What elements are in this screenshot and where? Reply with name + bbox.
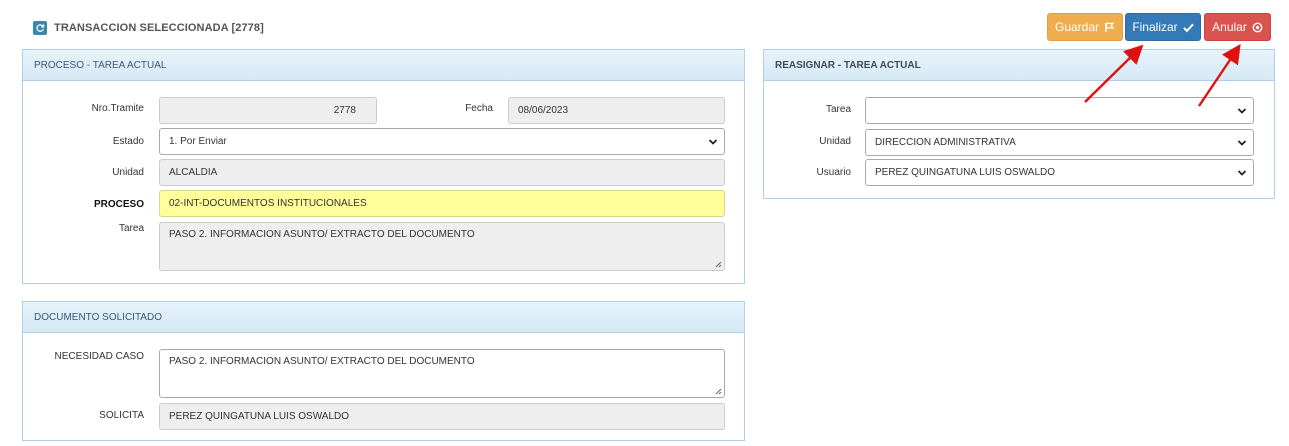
nro-tramite-field: 2778 [159,97,377,124]
chevron-down-icon [1237,140,1247,146]
resize-grip-icon[interactable] [714,387,722,395]
finish-button-label: Finalizar [1132,20,1178,34]
reasignar-tarea-label: Tarea [825,104,851,115]
reasignar-usuario-label: Usuario [816,167,851,178]
proceso-value: 02-INT-DOCUMENTOS INSTITUCIONALES [169,198,367,209]
check-icon [1182,23,1194,32]
page-header: TRANSACCION SELECCIONADA [2778] [33,20,264,36]
reasignar-unidad-value: DIRECCION ADMINISTRATIVA [875,137,1016,148]
chevron-down-icon [1237,108,1247,114]
necesidad-caso-textarea[interactable]: PASO 2. INFORMACION ASUNTO/ EXTRACTO DEL… [159,349,725,398]
proceso-label: PROCESO [93,199,144,210]
save-button-label: Guardar [1054,20,1100,34]
unidad-value: ALCALDIA [169,167,218,178]
reasignar-panel: REASIGNAR - TAREA ACTUAL Tarea Unidad DI… [763,49,1275,199]
resize-grip-icon[interactable] [714,260,722,268]
unidad-field: ALCALDIA [159,159,725,186]
page-title: TRANSACCION SELECCIONADA [2778] [54,22,264,34]
refresh-icon [33,21,47,35]
flag-icon [1105,22,1115,32]
unidad-label: Unidad [112,167,144,178]
documento-panel-title: DOCUMENTO SOLICITADO [23,302,744,333]
reasignar-unidad-select[interactable]: DIRECCION ADMINISTRATIVA [865,129,1254,156]
cancel-button[interactable]: Anular [1204,13,1271,41]
cancel-button-label: Anular [1212,20,1247,34]
estado-value: 1. Por Enviar [169,136,227,147]
necesidad-caso-label: NECESIDAD CASO [54,351,144,362]
documento-panel: DOCUMENTO SOLICITADO NECESIDAD CASO PASO… [22,301,745,441]
reasignar-unidad-label: Unidad [819,136,851,147]
tarea-textarea[interactable]: PASO 2. INFORMACION ASUNTO/ EXTRACTO DEL… [159,222,725,271]
chevron-down-icon [708,139,718,145]
save-button[interactable]: Guardar [1047,13,1123,41]
fecha-field: 08/06/2023 [508,97,725,124]
tarea-value: PASO 2. INFORMACION ASUNTO/ EXTRACTO DEL… [169,229,475,240]
finish-button[interactable]: Finalizar [1125,13,1201,41]
reasignar-usuario-value: PEREZ QUINGATUNA LUIS OSWALDO [875,167,1056,178]
proceso-panel-title: PROCESO - TAREA ACTUAL [23,50,744,81]
reasignar-tarea-select[interactable] [865,97,1254,124]
estado-label: Estado [112,136,144,147]
estado-select[interactable]: 1. Por Enviar [159,128,725,155]
solicita-value: PEREZ QUINGATUNA LUIS OSWALDO [169,411,350,422]
proceso-field: 02-INT-DOCUMENTOS INSTITUCIONALES [159,190,725,217]
fecha-label: Fecha [465,103,493,114]
solicita-label: SOLICITA [99,410,144,421]
nro-tramite-value: 2778 [333,105,356,116]
chevron-down-icon [1237,170,1247,176]
solicita-field: PEREZ QUINGATUNA LUIS OSWALDO [159,403,725,430]
reasignar-usuario-select[interactable]: PEREZ QUINGATUNA LUIS OSWALDO [865,159,1254,186]
fecha-value: 08/06/2023 [518,105,569,116]
reasignar-panel-title: REASIGNAR - TAREA ACTUAL [764,50,1274,81]
tarea-label: Tarea [118,223,144,234]
proceso-panel: PROCESO - TAREA ACTUAL Nro.Tramite 2778 … [22,49,745,284]
necesidad-caso-value: PASO 2. INFORMACION ASUNTO/ EXTRACTO DEL… [169,356,475,367]
nro-tramite-label: Nro.Tramite [91,103,144,114]
circle-dot-icon [1252,22,1263,32]
